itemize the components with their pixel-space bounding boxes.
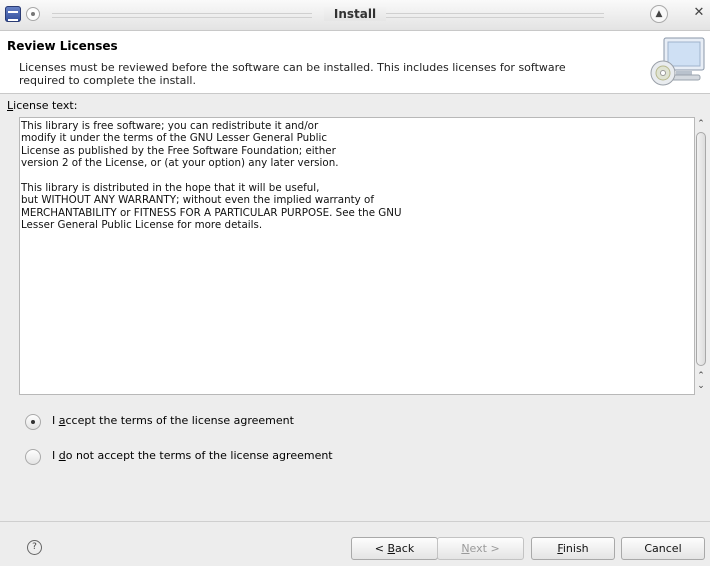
scroll-down-icon[interactable]: ⌄: [695, 381, 707, 391]
finish-button[interactable]: Finish: [531, 537, 615, 560]
back-button[interactable]: < Back: [351, 537, 438, 560]
window-titlebar[interactable]: Install ▲ ✕: [0, 0, 710, 31]
license-scrollbar[interactable]: ⌃ ⌃ ⌄: [694, 117, 708, 395]
scroll-up-icon[interactable]: ⌃: [695, 119, 707, 129]
window-title: Install: [0, 7, 710, 21]
next-button[interactable]: Next >: [437, 537, 524, 560]
accept-label[interactable]: I accept the terms of the license agreem…: [52, 414, 294, 427]
maximize-icon[interactable]: ▲: [650, 5, 668, 23]
monitor-cd-icon: [650, 37, 705, 86]
footer-separator: [0, 521, 710, 522]
scroll-up-icon[interactable]: ⌃: [695, 371, 707, 381]
scroll-thumb[interactable]: [696, 132, 706, 366]
wizard-header: Review Licenses Licenses must be reviewe…: [0, 31, 710, 94]
help-icon[interactable]: ?: [27, 540, 42, 555]
page-title: Review Licenses: [7, 39, 118, 53]
page-description: Licenses must be reviewed before the sof…: [19, 61, 566, 87]
license-text-label: License text:: [7, 99, 78, 112]
decline-label[interactable]: I do not accept the terms of the license…: [52, 449, 333, 462]
close-icon[interactable]: ✕: [691, 5, 707, 21]
accept-radio[interactable]: [25, 414, 41, 430]
cancel-button[interactable]: Cancel: [621, 537, 705, 560]
decline-radio[interactable]: [25, 449, 41, 465]
license-text-area[interactable]: This library is free software; you can r…: [19, 117, 695, 395]
license-text-content: This library is free software; you can r…: [21, 120, 402, 232]
